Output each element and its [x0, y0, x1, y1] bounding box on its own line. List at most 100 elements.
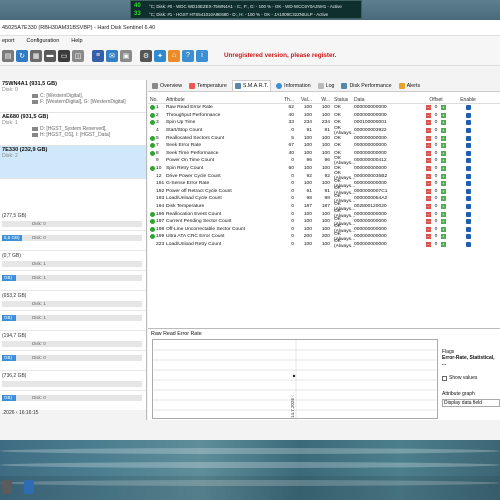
info-icon[interactable]: i	[196, 49, 208, 62]
offset-value[interactable]: 0	[432, 242, 440, 247]
enable-checkbox[interactable]	[465, 204, 471, 210]
attribute-graph-select[interactable]: Display data field	[442, 399, 500, 407]
volume-item[interactable]: (0,7 GB) Disk: 1	[0, 251, 146, 271]
table-row[interactable]: 4 Start/Stop Count 0 91 91 OK (Always... 00000…	[148, 126, 500, 136]
table-row[interactable]: 5 Reallocated Sectors Count 5 100 100 OK 00000…	[148, 134, 500, 142]
volume-item[interactable]: (277,5 GB) Disk: 0	[0, 211, 146, 231]
offset-value[interactable]: 0	[432, 143, 440, 148]
table-row[interactable]: 199 Ultra ATA CRC Error Count 0 200 200 OK (A…	[148, 232, 500, 242]
col-attribute[interactable]: Attribute	[166, 97, 276, 103]
enable-checkbox[interactable]	[465, 128, 471, 134]
offset-increase-button[interactable]: +	[441, 226, 446, 232]
title-bar[interactable]: 45025A7E330 (RBH30AM31BSVBP) - Hard Disk…	[0, 20, 500, 36]
offset-value[interactable]: 0	[432, 105, 440, 110]
offset-increase-button[interactable]: +	[441, 158, 446, 164]
offset-increase-button[interactable]: +	[441, 166, 446, 172]
offset-increase-button[interactable]: +	[441, 173, 446, 179]
table-row[interactable]: 3 Spin Up Time 33 234 234 OK 000100000001−0 +	[148, 119, 500, 127]
col-enable[interactable]: Enable	[458, 97, 478, 103]
offset-decrease-button[interactable]: −	[426, 211, 431, 217]
offset-decrease-button[interactable]: −	[426, 143, 431, 149]
table-row[interactable]: 196 Reallocation Event Count 0 100 100 OK (Al…	[148, 209, 500, 219]
offset-decrease-button[interactable]: −	[426, 204, 431, 210]
offset-value[interactable]: 0	[432, 136, 440, 141]
offset-value[interactable]: 0	[432, 128, 440, 133]
tab-smart[interactable]: S.M.A.R.T.	[231, 80, 272, 91]
enable-checkbox[interactable]	[465, 196, 471, 202]
offset-increase-button[interactable]: +	[441, 241, 446, 247]
text-report-icon[interactable]: ≡	[92, 49, 104, 62]
tab-information[interactable]: Information	[274, 80, 313, 91]
table-row[interactable]: 197 Current Pending Sector Count 0 100 100 OK…	[148, 217, 500, 227]
tab-overview[interactable]: Overview	[150, 80, 184, 91]
menu-report[interactable]: eport	[2, 38, 15, 44]
tab-temperature[interactable]: Temperature	[187, 80, 229, 91]
offset-value[interactable]: 0	[432, 212, 440, 217]
col-data[interactable]: Data	[354, 97, 414, 103]
unregistered-link[interactable]: Unregistered version, please register.	[224, 52, 336, 59]
disk-entry-1[interactable]: AE680 (931,5 GB) Disk: 1 D: [HGST_System…	[0, 113, 146, 146]
table-row[interactable]: 8 Seek Time Performance 40 100 100 OK 00000000…	[148, 150, 500, 158]
enable-checkbox[interactable]	[465, 135, 471, 141]
offset-decrease-button[interactable]: −	[426, 196, 431, 202]
send-report-icon[interactable]: ✉	[106, 49, 118, 62]
offset-decrease-button[interactable]: −	[426, 166, 431, 172]
enable-checkbox[interactable]	[465, 241, 471, 247]
enable-checkbox[interactable]	[465, 211, 471, 217]
disk-entry-0[interactable]: 75WN4A1 (931,5 GB) Disk: 0 C: [WesternDi…	[0, 80, 146, 113]
menu-configuration[interactable]: Configuration	[27, 38, 60, 44]
offset-decrease-button[interactable]: −	[426, 226, 431, 232]
volume-item[interactable]: 5,5 GB) Disk: 0	[0, 231, 146, 251]
offset-increase-button[interactable]: +	[441, 211, 446, 217]
offset-increase-button[interactable]: +	[441, 143, 446, 149]
show-values-checkbox[interactable]: Show values	[442, 375, 500, 381]
table-row[interactable]: 191 G-Sense Error Rate 0 100 100 OK (Always..…	[148, 179, 500, 189]
table-row[interactable]: 7 Seek Error Rate 67 100 100 OK 000000000000 −0…	[148, 142, 500, 150]
enable-checkbox[interactable]	[465, 143, 471, 149]
col-value[interactable]: Val...	[294, 97, 312, 103]
menu-help[interactable]: Help	[71, 38, 82, 44]
offset-value[interactable]: 0	[432, 204, 440, 209]
disk-entry-2[interactable]: 7E330 (232,9 GB) Disk: 2	[0, 146, 146, 179]
offset-decrease-button[interactable]: −	[426, 120, 431, 126]
offset-value[interactable]: 0	[432, 227, 440, 232]
offset-increase-button[interactable]: +	[441, 135, 446, 141]
offset-value[interactable]: 0	[432, 181, 440, 186]
table-row[interactable]: 194 Disk Temperature 0 187 187 OK (Always... 0…	[148, 202, 500, 212]
offset-increase-button[interactable]: +	[441, 128, 446, 134]
offset-increase-button[interactable]: +	[441, 204, 446, 210]
offset-decrease-button[interactable]: −	[426, 234, 431, 240]
enable-checkbox[interactable]	[465, 181, 471, 187]
tab-alerts[interactable]: Alerts	[397, 80, 423, 91]
col-threshold[interactable]: Th...	[276, 97, 294, 103]
offset-decrease-button[interactable]: −	[426, 128, 431, 134]
offset-value[interactable]: 0	[432, 196, 440, 201]
offset-increase-button[interactable]: +	[441, 196, 446, 202]
enable-checkbox[interactable]	[465, 234, 471, 240]
report-icon[interactable]: ▤	[2, 49, 14, 62]
offset-increase-button[interactable]: +	[441, 188, 446, 194]
benchmark-icon[interactable]: ◫	[72, 49, 84, 62]
offset-increase-button[interactable]: +	[441, 234, 446, 240]
help-icon[interactable]: ?	[182, 49, 194, 62]
offset-increase-button[interactable]: +	[441, 112, 446, 118]
enable-checkbox[interactable]	[465, 188, 471, 194]
enable-checkbox[interactable]	[465, 120, 471, 126]
table-row[interactable]: 10 Spin Retry Count 60 100 100 OK 000000000000…	[148, 165, 500, 173]
volume-item[interactable]: GB) Disk: 0	[0, 391, 146, 411]
offset-decrease-button[interactable]: −	[426, 112, 431, 118]
offset-value[interactable]: 0	[432, 113, 440, 118]
col-worst[interactable]: W...	[312, 97, 330, 103]
col-no[interactable]: No.	[148, 97, 166, 103]
disk-icon[interactable]: ▬	[44, 49, 56, 62]
offset-increase-button[interactable]: +	[441, 219, 446, 225]
enable-checkbox[interactable]	[465, 105, 471, 111]
table-row[interactable]: 192 Power off Retract Cycle Count 0 91 91 OK …	[148, 186, 500, 196]
volume-item[interactable]: GB) Disk: 1	[0, 271, 146, 291]
offset-increase-button[interactable]: +	[441, 150, 446, 156]
offset-decrease-button[interactable]: −	[426, 181, 431, 187]
backup-icon[interactable]: ⌂	[168, 49, 180, 62]
volume-item[interactable]: GB) Disk: 1	[0, 311, 146, 331]
offset-decrease-button[interactable]: −	[426, 135, 431, 141]
enable-checkbox[interactable]	[465, 219, 471, 225]
